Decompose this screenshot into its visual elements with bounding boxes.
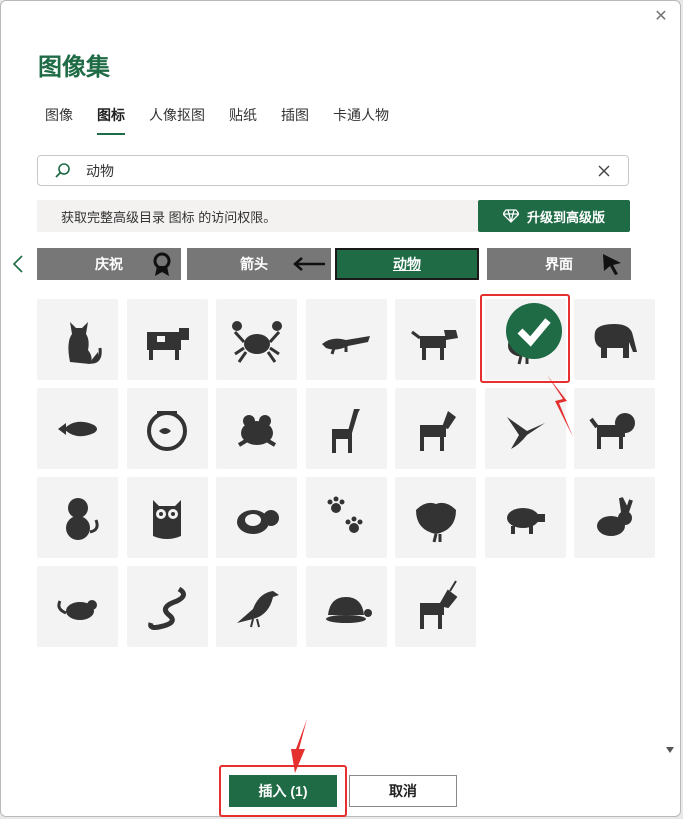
icon-tile-monkey[interactable]	[37, 477, 118, 558]
annotation-arrow	[291, 719, 307, 773]
icon-tile-crab[interactable]	[216, 299, 297, 380]
dialog-title: 图像集	[38, 54, 110, 81]
elephant-icon	[594, 323, 637, 358]
lion-icon	[588, 412, 635, 449]
insert-button[interactable]: 插入 (1)	[229, 775, 337, 807]
cow-icon	[147, 327, 189, 360]
tab-images[interactable]: 图像	[45, 105, 73, 135]
tab-cutout-people[interactable]: 人像抠图	[149, 105, 205, 135]
tab-illustrations[interactable]: 插图	[281, 105, 309, 135]
icon-tile-giraffe[interactable]	[305, 388, 387, 469]
icon-tile-dog[interactable]	[395, 299, 476, 380]
paw-prints-icon	[327, 496, 363, 533]
cat-icon	[67, 321, 102, 364]
monkey-icon	[65, 497, 99, 540]
turtle-icon	[326, 596, 372, 623]
category-label: 箭头	[240, 256, 268, 272]
dog-icon	[410, 329, 458, 360]
pig-icon	[507, 507, 545, 534]
scroll-down-icon[interactable]	[666, 746, 674, 754]
icon-tile-rabbit[interactable]	[574, 477, 655, 558]
fishbowl-icon	[147, 410, 187, 451]
icon-tile-paw-prints[interactable]	[305, 477, 387, 558]
icon-tile-fishbowl[interactable]	[126, 388, 208, 469]
upgrade-button[interactable]: 升级到高级版	[478, 200, 630, 232]
search-icon	[55, 162, 70, 178]
bird-icon	[236, 590, 279, 627]
unicorn-icon	[419, 579, 457, 629]
icon-tile-crocodile[interactable]	[305, 299, 387, 380]
upgrade-label: 升级到高级版	[526, 209, 605, 225]
category-animals[interactable]: 动物	[335, 248, 479, 280]
icon-tile-mouse[interactable]	[37, 566, 118, 647]
chevron-left-icon[interactable]	[11, 254, 25, 274]
icon-tile-unicorn[interactable]	[395, 566, 476, 647]
crocodile-icon	[322, 335, 370, 354]
category-label: 庆祝	[95, 256, 123, 272]
icon-tile-horse[interactable]	[395, 388, 476, 469]
frog-icon	[237, 414, 276, 447]
arrow-left-icon	[293, 257, 325, 271]
icon-tile-cow[interactable]	[126, 299, 208, 380]
mouse-icon	[56, 599, 97, 620]
panda-icon	[236, 509, 279, 534]
tab-bar: 图像 图标 人像抠图 贴纸 插图 卡通人物	[45, 105, 413, 135]
icon-tile-bird[interactable]	[216, 566, 297, 647]
icon-tile-panda[interactable]	[216, 477, 297, 558]
icon-tile-snake[interactable]	[126, 566, 208, 647]
category-arrows[interactable]: 箭头	[187, 248, 331, 280]
category-label: 动物	[393, 256, 421, 272]
crab-icon	[231, 320, 282, 363]
icon-collection-dialog: ✕ 图像集 图像 图标 人像抠图 贴纸 插图 卡通人物 动物 获取完整高级目录 …	[0, 0, 681, 817]
tab-stickers[interactable]: 贴纸	[229, 105, 257, 135]
icon-tile-frog[interactable]	[216, 388, 297, 469]
ribbon-award-icon	[153, 252, 171, 276]
icon-tile-lion[interactable]	[574, 388, 655, 469]
icon-tile-cat[interactable]	[37, 299, 118, 380]
icon-tile-peacock[interactable]	[395, 477, 476, 558]
category-interface[interactable]: 界面	[487, 248, 631, 280]
category-celebration[interactable]: 庆祝	[37, 248, 181, 280]
annotation-arrow	[547, 375, 573, 437]
icon-tile-fish[interactable]	[37, 388, 118, 469]
rabbit-icon	[596, 496, 633, 536]
clear-search-icon[interactable]	[596, 163, 612, 179]
tab-icons[interactable]: 图标	[97, 105, 125, 135]
tab-cartoon-people[interactable]: 卡通人物	[333, 105, 389, 135]
selection-highlight	[480, 294, 570, 383]
close-icon[interactable]: ✕	[652, 7, 670, 25]
giraffe-icon	[332, 408, 360, 453]
horse-icon	[419, 410, 456, 451]
fish-icon	[57, 421, 97, 436]
icon-tile-pig[interactable]	[484, 477, 566, 558]
search-input[interactable]: 动物	[86, 161, 596, 181]
search-box[interactable]: 动物	[37, 155, 629, 186]
owl-icon	[153, 499, 181, 539]
icon-tile-turtle[interactable]	[305, 566, 387, 647]
diamond-icon	[502, 209, 519, 223]
snake-icon	[148, 586, 186, 630]
icon-tile-owl[interactable]	[126, 477, 208, 558]
cursor-icon	[603, 254, 621, 275]
cancel-button[interactable]: 取消	[349, 775, 457, 807]
category-label: 界面	[545, 256, 573, 272]
icon-tile-elephant[interactable]	[574, 299, 655, 380]
peacock-icon	[415, 502, 456, 542]
